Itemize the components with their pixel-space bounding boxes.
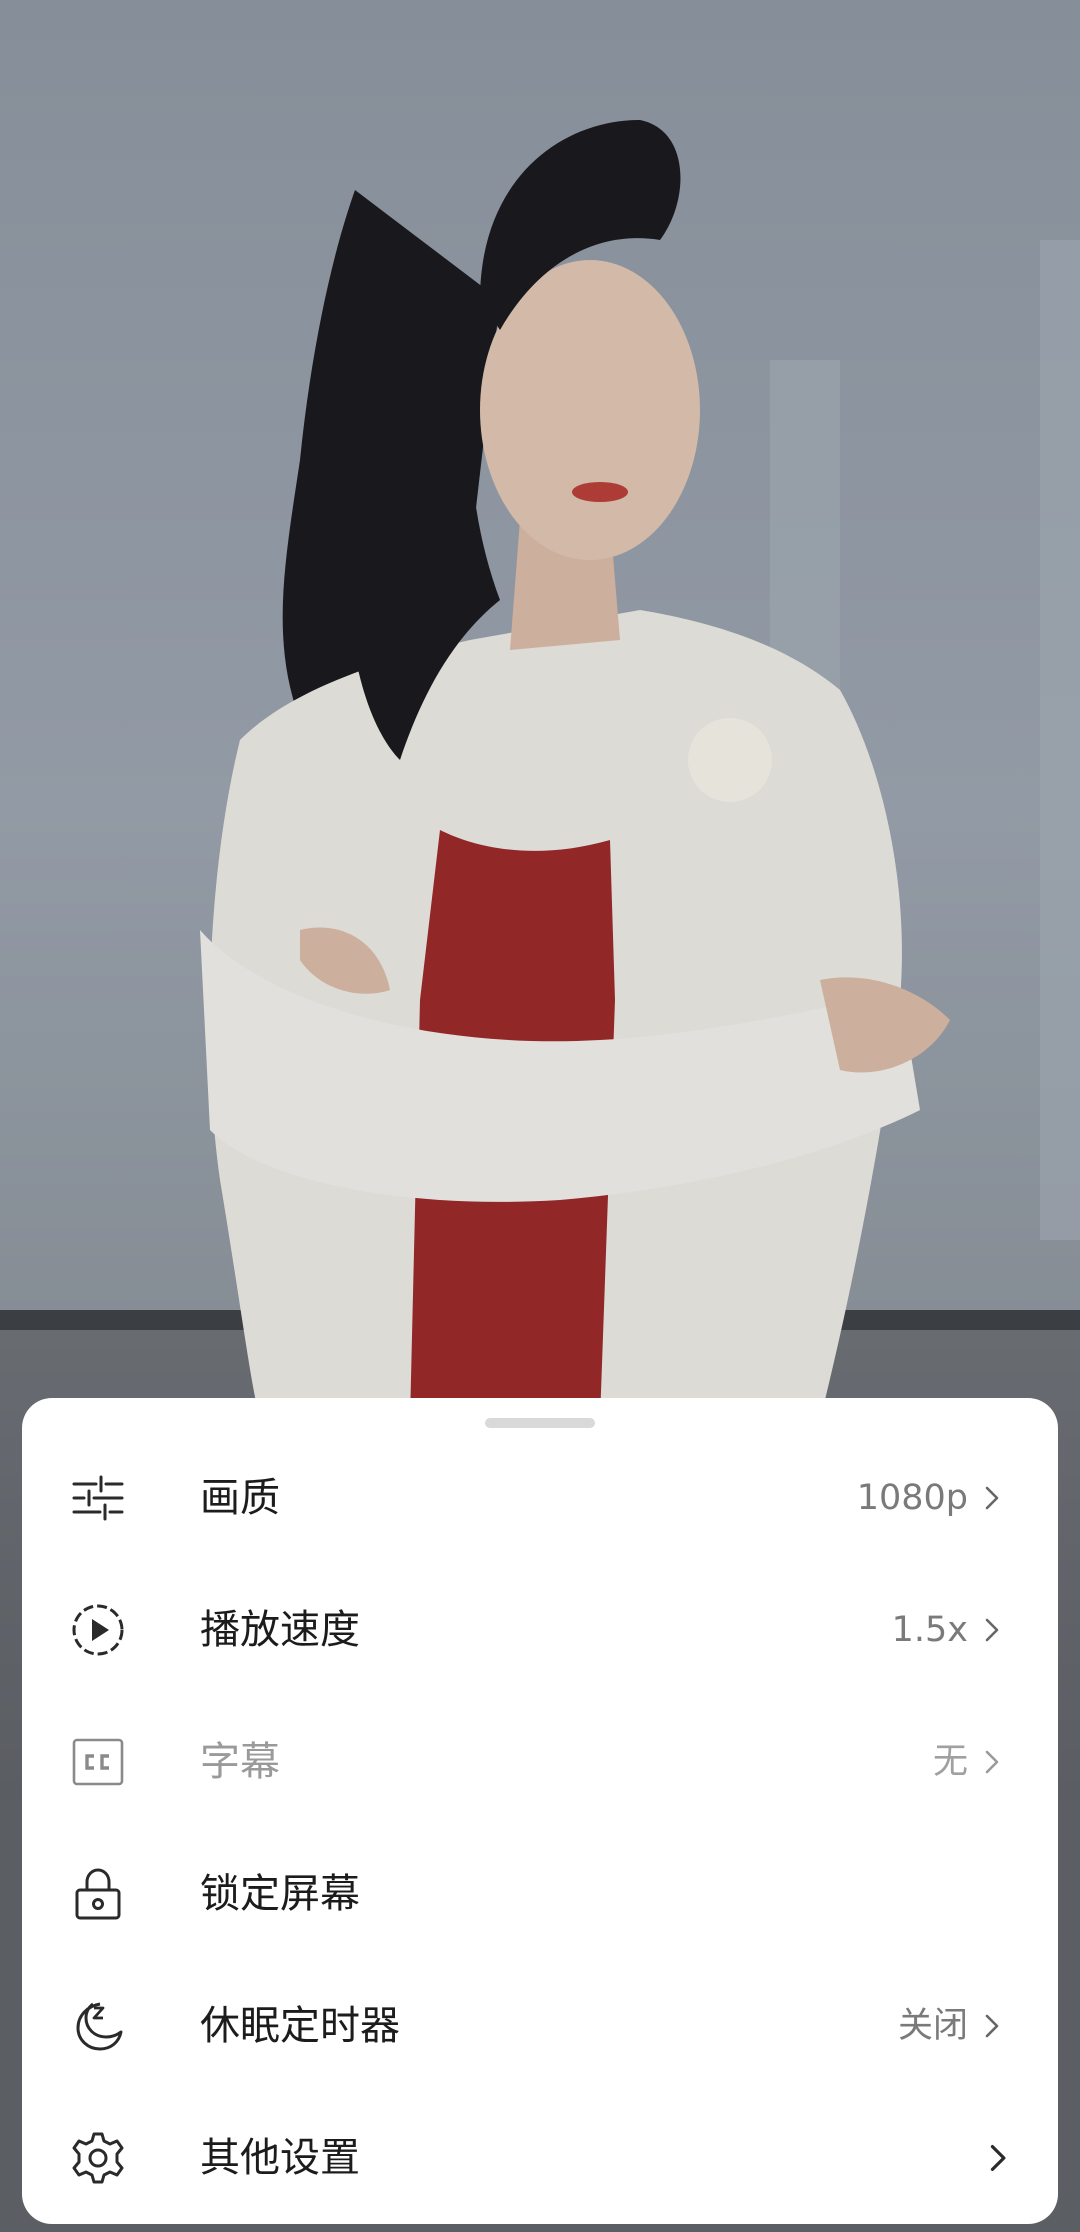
chevron-right-icon bbox=[980, 1616, 1002, 1644]
subtitles-row[interactable]: 字幕 无 bbox=[22, 1696, 1058, 1828]
quality-label: 画质 bbox=[200, 1475, 280, 1521]
screen: 画质 1080p 播放速度 1.5x 字幕 无 锁定屏幕 休眠定时器 关闭 其他… bbox=[0, 0, 1080, 2232]
playback-speed-label: 播放速度 bbox=[200, 1607, 360, 1653]
chevron-right-icon bbox=[980, 1748, 1002, 1776]
quality-row[interactable]: 画质 1080p bbox=[22, 1432, 1058, 1564]
other-settings-row[interactable]: 其他设置 bbox=[22, 2092, 1058, 2224]
chevron-right-icon bbox=[980, 1484, 1002, 1512]
cc-icon bbox=[70, 1734, 126, 1790]
other-settings-label: 其他设置 bbox=[200, 2135, 360, 2181]
playback-speed-row[interactable]: 播放速度 1.5x bbox=[22, 1564, 1058, 1696]
lock-screen-row[interactable]: 锁定屏幕 bbox=[22, 1828, 1058, 1960]
quality-value: 1080p bbox=[856, 1478, 968, 1518]
play-circle-icon bbox=[70, 1602, 126, 1658]
subtitles-value: 无 bbox=[932, 1742, 968, 1782]
sleep-moon-icon bbox=[70, 1998, 126, 2054]
sliders-icon bbox=[70, 1470, 126, 1526]
subtitles-label: 字幕 bbox=[200, 1739, 280, 1785]
chevron-right-icon bbox=[984, 2142, 1010, 2174]
settings-bottom-sheet: 画质 1080p 播放速度 1.5x 字幕 无 锁定屏幕 休眠定时器 关闭 其他… bbox=[22, 1398, 1058, 2224]
sleep-timer-value: 关闭 bbox=[897, 2006, 968, 2046]
playback-speed-value: 1.5x bbox=[891, 1610, 968, 1650]
gear-icon bbox=[70, 2130, 126, 2186]
drag-handle[interactable] bbox=[485, 1418, 595, 1428]
sleep-timer-label: 休眠定时器 bbox=[200, 2003, 400, 2049]
chevron-right-icon bbox=[980, 2012, 1002, 2040]
lock-icon bbox=[70, 1866, 126, 1922]
sleep-timer-row[interactable]: 休眠定时器 关闭 bbox=[22, 1960, 1058, 2092]
lock-screen-label: 锁定屏幕 bbox=[200, 1871, 360, 1917]
